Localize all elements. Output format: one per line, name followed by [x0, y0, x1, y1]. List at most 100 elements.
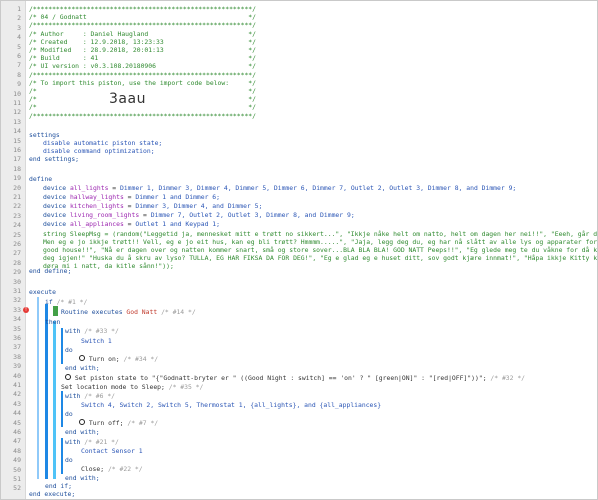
with-block-bar-1	[61, 328, 63, 364]
device-variable-name[interactable]: all_appliances	[70, 220, 124, 228]
device-variable-name[interactable]: kitchen_lights	[70, 202, 124, 210]
line-number: 52	[13, 484, 21, 493]
close-comment: /* #22 */	[107, 465, 143, 473]
line-number: 49	[13, 456, 21, 465]
close-command[interactable]: Close;	[81, 465, 104, 473]
device-value: Dimmer 7, Outlet 2, Outlet 3, Dimmer 8, …	[150, 211, 355, 219]
set-location-mode[interactable]: Set location mode to Sleep;	[61, 383, 165, 391]
line-number: 19	[13, 174, 21, 183]
line-number: 50	[13, 465, 21, 474]
device-contact-sensor[interactable]: Contact Sensor 1	[81, 447, 595, 455]
device-definition: device kitchen_lights = Dimmer 3, Dimmer…	[43, 202, 263, 210]
define-keyword: define	[29, 175, 53, 183]
header-comment-line: /* 04 / Godnatt */	[29, 13, 257, 22]
do-keyword-1: do	[65, 346, 73, 354]
header-comment-line: /***************************************…	[29, 5, 257, 13]
device-keyword: device	[43, 220, 70, 228]
line-number: 16	[13, 146, 21, 154]
line-number: 31	[13, 287, 21, 295]
line-number: 6	[17, 52, 21, 60]
power-icon	[79, 355, 85, 361]
string-line: deg igjen!" "Huska du å skru av lyso? TU…	[43, 254, 598, 262]
line-number: 24	[13, 221, 21, 230]
turn-on-comment: /* #34 */	[123, 355, 159, 363]
string-line: Men eg e jo ikkje trøtt!! Vell, eg e jo …	[43, 238, 598, 246]
device-variable-name[interactable]: all_lights	[70, 184, 108, 192]
with-keyword-1: with	[65, 327, 81, 335]
do-keyword-3: do	[65, 456, 73, 464]
line-number: 15	[13, 136, 21, 145]
line-number: 36	[13, 334, 21, 342]
device-definition: device all_appliances = Outlet 1 and Key…	[43, 220, 221, 228]
warning-marker[interactable]: !	[23, 307, 29, 313]
device-definition: device hallway_lights = Dimmer 1 and Dim…	[43, 193, 221, 201]
settings-keyword: settings	[29, 131, 60, 139]
line-number: 7	[17, 61, 21, 70]
set-location-comment: /* #35 */	[168, 383, 204, 391]
if-block-bar	[45, 304, 48, 479]
power-icon-2	[65, 374, 71, 380]
line-number: 30	[13, 277, 21, 286]
line-number: 32	[13, 296, 21, 305]
header-comment-line: /* Build : 41 */	[29, 54, 257, 63]
if-comment: /* #1 */	[56, 298, 88, 306]
line-number: 42	[13, 390, 21, 399]
end-define: end define;	[29, 267, 72, 275]
line-number: 39	[13, 362, 21, 371]
line-number: 21	[13, 193, 21, 201]
end-settings: end settings;	[29, 155, 80, 163]
line-number: 12	[13, 108, 21, 117]
string-line: good house!!", "Nå er dagen over og natt…	[43, 246, 598, 254]
line-number: 22	[13, 202, 21, 211]
line-number: 1	[17, 5, 21, 13]
line-number: 11	[13, 99, 21, 107]
line-number: 5	[17, 42, 21, 51]
execute-keyword: execute	[29, 288, 56, 296]
line-number: 28	[13, 258, 21, 267]
header-comment-line: /***************************************…	[29, 21, 257, 30]
device-value: Outlet 1 and Keypad 1;	[135, 220, 221, 228]
line-number: 10	[13, 89, 21, 98]
line-number: 9	[17, 80, 21, 89]
device-keyword: device	[43, 202, 70, 210]
line-number-gutter: 1 2 3 4 5 6 7 8 9 10 11 12 13 14 15 16 17 18 19 20 21 22 23 24 2…	[1, 1, 26, 499]
string-line: string SleepMsg = (random("Leggetid ja, …	[43, 230, 598, 238]
device-definition: device living_room_lights = Dimmer 7, Ou…	[43, 211, 355, 219]
line-number: 13	[13, 117, 21, 126]
turn-on-command[interactable]: Turn on;	[89, 355, 120, 363]
code-editor: 1 2 3 4 5 6 7 8 9 10 11 12 13 14 15 16 17 18 19 20 21 22 23 24 2…	[0, 0, 598, 500]
if-keyword: if	[45, 298, 53, 306]
do-keyword-2: do	[65, 410, 73, 418]
device-keyword: device	[43, 193, 70, 201]
line-number: 46	[13, 428, 21, 436]
line-number: 3	[17, 23, 21, 32]
line-number: 26	[13, 240, 21, 248]
device-definition: device all_lights = Dimmer 1, Dimmer 3, …	[43, 184, 517, 192]
set-piston-state[interactable]: Set piston state to "{"Godnatt-bryter er…	[75, 374, 487, 382]
power-off-icon	[79, 419, 85, 425]
line-number: 45	[13, 418, 21, 427]
with-keyword-2: with	[65, 392, 81, 400]
device-keyword: device	[43, 211, 70, 219]
header-comment-line: /* To import this piston, use the import…	[29, 78, 257, 87]
header-comment-line: /***************************************…	[29, 70, 257, 79]
routine-label: Routine executes	[61, 308, 123, 316]
header-comment-line: /* Created : 12.9.2018, 13:23:33 */	[29, 37, 257, 46]
setting-line-2: disable command optimization;	[43, 147, 155, 155]
device-variable-name[interactable]: hallway_lights	[70, 193, 124, 201]
line-number: 41	[13, 381, 21, 389]
device-variable-name[interactable]: living_room_lights	[70, 211, 139, 219]
device-switch-1[interactable]: Switch 1	[81, 337, 595, 345]
line-number: 43	[13, 399, 21, 408]
line-number: 25	[13, 230, 21, 239]
line-number: 8	[17, 70, 21, 79]
end-with-3: end with;	[65, 474, 100, 482]
header-comment-line: /* Modified : 28.9.2018, 20:01:13 */	[29, 46, 257, 54]
device-value: Dimmer 1, Dimmer 3, Dimmer 4, Dimmer 5, …	[119, 184, 517, 192]
line-number: 47	[13, 437, 21, 446]
device-list-2[interactable]: Switch 4, Switch 2, Switch 5, Thermostat…	[81, 401, 595, 409]
routine-name: God Natt	[126, 308, 158, 316]
turn-off-command[interactable]: Turn off;	[89, 419, 124, 427]
line-number: 23	[13, 211, 21, 220]
header-comment-line: /* */	[29, 87, 257, 95]
